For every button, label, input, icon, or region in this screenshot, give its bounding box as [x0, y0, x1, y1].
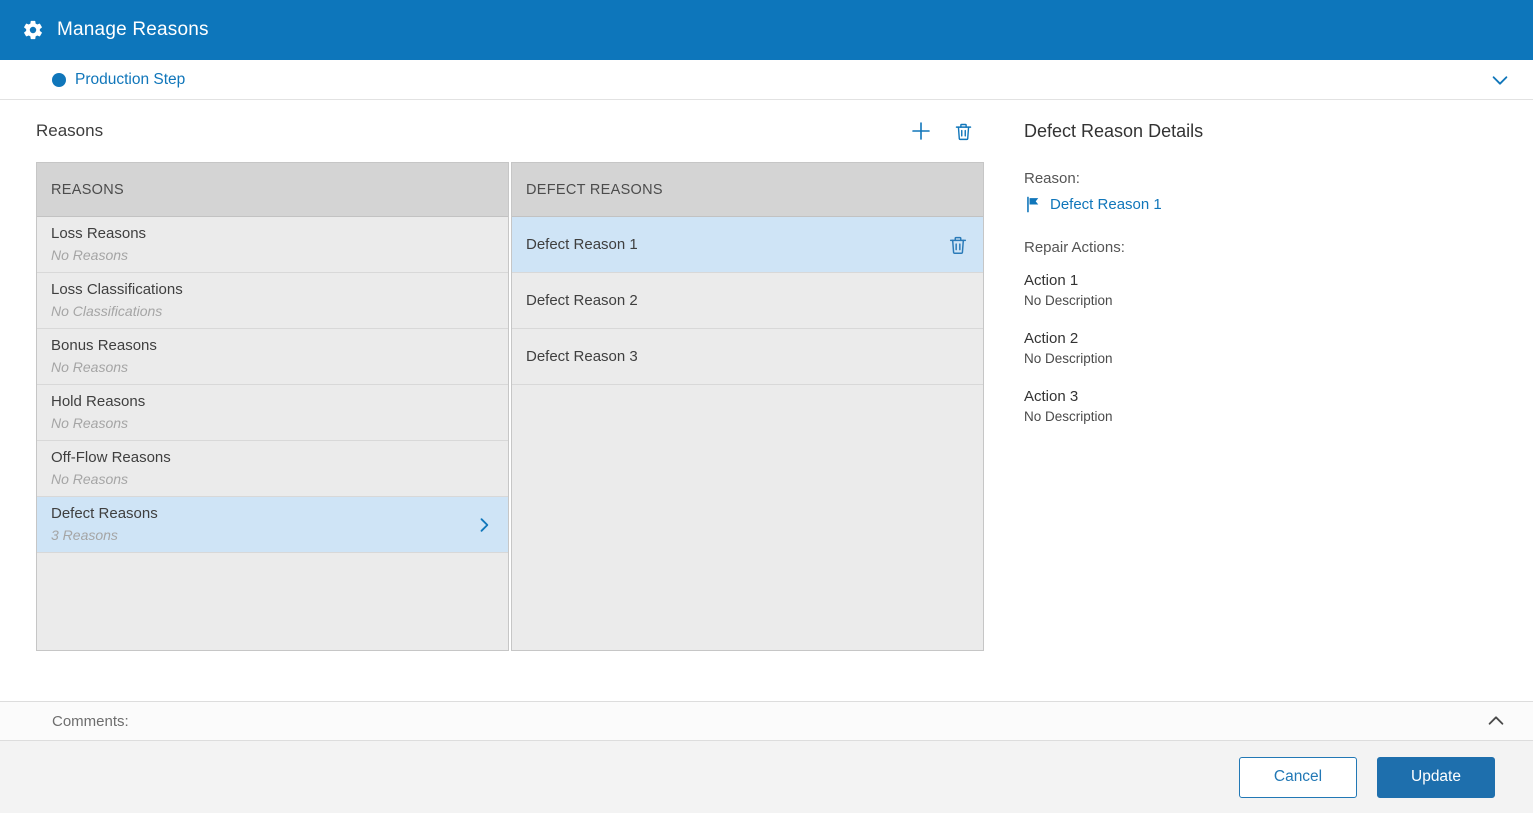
- repair-action-name: Action 2: [1024, 330, 1497, 347]
- reason-category-label: Hold Reasons: [51, 391, 145, 413]
- reason-category-label: Loss Reasons: [51, 223, 146, 245]
- gear-icon: [22, 19, 44, 41]
- defect-reasons-column-header: DEFECT REASONS: [512, 163, 983, 217]
- defect-reason-label: Defect Reason 2: [526, 290, 638, 312]
- footer-bar: Cancel Update: [0, 741, 1533, 813]
- flag-icon: [1024, 195, 1043, 214]
- reasons-panel: Reasons REASONS: [36, 100, 984, 701]
- page-title: Manage Reasons: [57, 19, 209, 41]
- reasons-title: Reasons: [36, 121, 103, 141]
- delete-defect-reason-icon[interactable]: [947, 234, 969, 256]
- details-title: Defect Reason Details: [1024, 121, 1203, 142]
- reason-category-count: No Classifications: [51, 301, 183, 321]
- details-panel-header: Defect Reason Details: [1024, 100, 1497, 162]
- main-content: Reasons REASONS: [0, 100, 1533, 701]
- reasons-column-header: REASONS: [37, 163, 508, 217]
- production-step-bar[interactable]: Production Step: [0, 60, 1533, 100]
- repair-actions-label: Repair Actions:: [1024, 239, 1497, 256]
- reason-category-count: No Reasons: [51, 469, 171, 489]
- reason-category-label: Loss Classifications: [51, 279, 183, 301]
- repair-action-name: Action 3: [1024, 388, 1497, 405]
- chevron-up-icon[interactable]: [1485, 710, 1507, 732]
- defect-reasons-column: DEFECT REASONS Defect Reason 1 Defect Re…: [511, 162, 984, 651]
- reasons-panel-header: Reasons: [36, 100, 984, 162]
- defect-reason-details-panel: Defect Reason Details Reason: Defect Rea…: [984, 100, 1497, 701]
- production-step-label: Production Step: [75, 71, 185, 89]
- plus-icon: [909, 119, 933, 143]
- comments-label: Comments:: [52, 713, 129, 730]
- reason-category-count: No Reasons: [51, 357, 157, 377]
- reason-category-count: 3 Reasons: [51, 525, 158, 545]
- reason-category-count: No Reasons: [51, 413, 145, 433]
- reason-category-row[interactable]: Bonus Reasons No Reasons: [37, 329, 508, 385]
- comments-bar[interactable]: Comments:: [0, 701, 1533, 741]
- repair-action-description: No Description: [1024, 409, 1497, 424]
- repair-action-item: Action 1 No Description: [1024, 272, 1497, 308]
- reason-category-row[interactable]: Hold Reasons No Reasons: [37, 385, 508, 441]
- selected-reason-link[interactable]: Defect Reason 1: [1024, 195, 1162, 214]
- defect-reason-row[interactable]: Defect Reason 1: [512, 217, 983, 273]
- reason-categories-column: REASONS Loss Reasons No Reasons: [36, 162, 509, 651]
- reasons-category-list: Loss Reasons No Reasons Loss Classificat…: [37, 217, 508, 553]
- reason-category-count: No Reasons: [51, 245, 146, 265]
- reason-field-label: Reason:: [1024, 170, 1497, 187]
- reason-category-row[interactable]: Loss Reasons No Reasons: [37, 217, 508, 273]
- defect-reason-label: Defect Reason 1: [526, 234, 638, 256]
- defect-reason-label: Defect Reason 3: [526, 346, 638, 368]
- defect-reason-list: Defect Reason 1 Defect Reason 2: [512, 217, 983, 385]
- reason-category-row[interactable]: Defect Reasons 3 Reasons: [37, 497, 508, 553]
- repair-action-description: No Description: [1024, 293, 1497, 308]
- defect-reason-row[interactable]: Defect Reason 2: [512, 273, 983, 329]
- trash-icon: [953, 121, 974, 142]
- chevron-down-icon[interactable]: [1489, 69, 1511, 91]
- app-header: Manage Reasons: [0, 0, 1533, 60]
- repair-action-name: Action 1: [1024, 272, 1497, 289]
- selected-reason-value: Defect Reason 1: [1050, 196, 1162, 213]
- step-circle-icon: [52, 73, 66, 87]
- defect-reason-row[interactable]: Defect Reason 3: [512, 329, 983, 385]
- repair-actions-list: Action 1 No Description Action 2 No Desc…: [1024, 272, 1497, 424]
- delete-reason-button[interactable]: [953, 121, 974, 142]
- reason-category-label: Defect Reasons: [51, 503, 158, 525]
- reason-category-label: Off-Flow Reasons: [51, 447, 171, 469]
- update-button[interactable]: Update: [1377, 757, 1495, 798]
- reasons-table: REASONS Loss Reasons No Reasons: [36, 162, 984, 651]
- add-reason-button[interactable]: [909, 119, 933, 143]
- chevron-right-icon: [474, 515, 494, 535]
- reason-category-label: Bonus Reasons: [51, 335, 157, 357]
- reason-category-row[interactable]: Off-Flow Reasons No Reasons: [37, 441, 508, 497]
- repair-action-description: No Description: [1024, 351, 1497, 366]
- repair-action-item: Action 3 No Description: [1024, 388, 1497, 424]
- cancel-button[interactable]: Cancel: [1239, 757, 1357, 798]
- reason-category-row[interactable]: Loss Classifications No Classifications: [37, 273, 508, 329]
- repair-action-item: Action 2 No Description: [1024, 330, 1497, 366]
